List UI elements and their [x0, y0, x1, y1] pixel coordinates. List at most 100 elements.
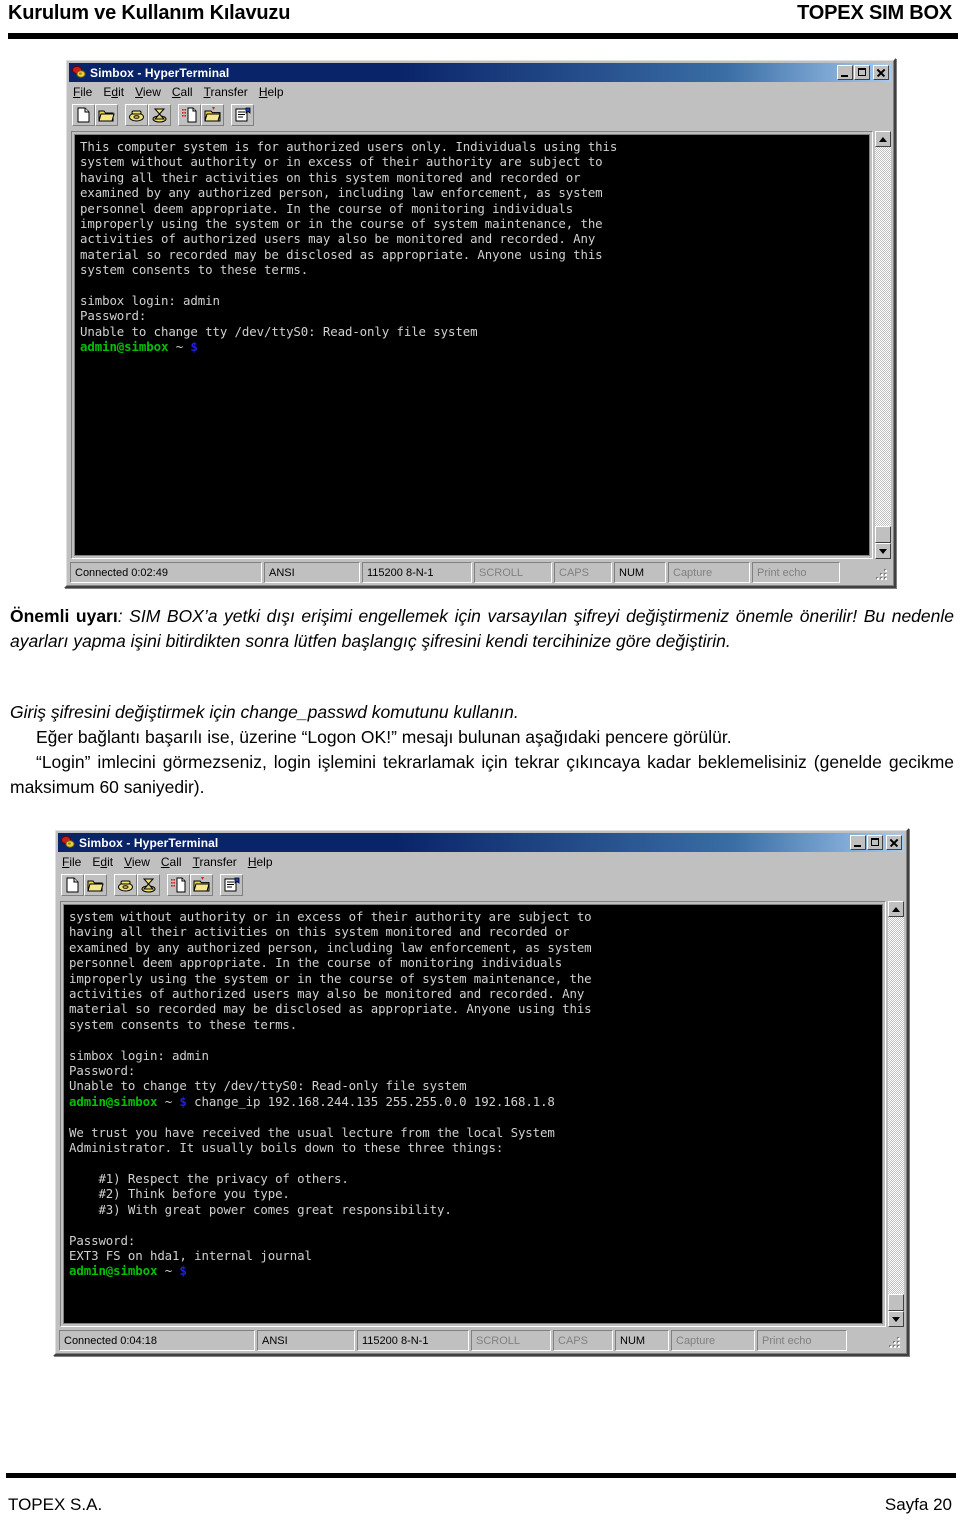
scroll-down-button[interactable] — [888, 1311, 904, 1327]
terminal-text-segment: ~ — [168, 339, 191, 355]
terminal-text-segment: personnel deem appropriate. In the cours… — [80, 200, 574, 216]
open-folder-icon[interactable] — [84, 874, 107, 896]
disconnect-phone-icon[interactable] — [137, 874, 160, 896]
document-footer: TOPEX S.A. Sayfa 20 — [8, 1495, 952, 1515]
receive-file-icon[interactable] — [190, 874, 213, 896]
close-button[interactable] — [873, 65, 889, 80]
properties-icon[interactable] — [220, 874, 243, 896]
window-1-titlebar[interactable]: Simbox - HyperTerminal — [69, 63, 891, 82]
menu-item-view[interactable]: View — [124, 855, 150, 869]
window-1-title-buttons — [837, 65, 889, 80]
terminal-text-segment: $ — [190, 339, 198, 355]
terminal-text-segment: #2) Think before you type. — [69, 1186, 290, 1202]
menu-item-file[interactable]: File — [73, 85, 92, 99]
minimize-button[interactable] — [837, 65, 853, 80]
disconnect-phone-icon[interactable] — [148, 104, 171, 126]
document-header: Kurulum ve Kullanım Kılavuzu TOPEX SIM B… — [8, 2, 952, 36]
status-num: NUM — [615, 1330, 669, 1351]
resize-grip[interactable] — [876, 569, 890, 583]
window-2-terminal-area: system without authority or in excess of… — [60, 901, 904, 1327]
scroll-thumb[interactable] — [888, 1294, 904, 1311]
send-file-icon[interactable] — [167, 874, 190, 896]
maximize-button[interactable] — [867, 835, 883, 850]
status-connected: Connected 0:02:49 — [70, 562, 262, 583]
window-1-vertical-scrollbar[interactable] — [875, 131, 891, 559]
scroll-thumb[interactable] — [875, 526, 891, 543]
window-2-vertical-scrollbar[interactable] — [888, 901, 904, 1327]
terminal-text-segment: activities of authorized users may also … — [80, 231, 596, 247]
window-1-statusbar: Connected 0:02:49 ANSI 115200 8-N-1 SCRO… — [70, 562, 890, 583]
close-button[interactable] — [886, 835, 902, 850]
scroll-down-button[interactable] — [875, 543, 891, 559]
status-print-echo: Print echo — [757, 1330, 847, 1351]
window-1-menubar[interactable]: File Edit View Call Transfer Help — [67, 83, 893, 101]
menu-item-help[interactable]: Help — [259, 85, 284, 99]
hyperterminal-window-1[interactable]: Simbox - HyperTerminal File Edit View Ca… — [64, 58, 896, 588]
menu-item-view[interactable]: View — [135, 85, 161, 99]
menu-item-edit[interactable]: Edit — [103, 85, 124, 99]
call-phone-icon[interactable] — [114, 874, 137, 896]
warning-paragraph-block: Önemli uyarı: SIM BOX’a yetki dışı erişi… — [10, 604, 954, 654]
terminal-text-segment: material so recorded may be disclosed as… — [69, 1001, 592, 1017]
scroll-track[interactable] — [875, 147, 891, 543]
hyperterminal-window-2[interactable]: Simbox - HyperTerminal File Edit View Ca… — [53, 828, 909, 1356]
scroll-up-button[interactable] — [875, 131, 891, 147]
menu-item-call[interactable]: Call — [172, 85, 193, 99]
status-scroll: SCROLL — [474, 562, 552, 583]
window-2-menubar[interactable]: File Edit View Call Transfer Help — [56, 853, 906, 871]
paragraph-login-wait: “Login” imlecini görmezseniz, login işle… — [10, 752, 954, 797]
terminal-text-segment: EXT3 FS on hda1, internal journal — [69, 1247, 312, 1263]
menu-item-file[interactable]: File — [62, 855, 81, 869]
scroll-track[interactable] — [888, 917, 904, 1311]
warning-text: : SIM BOX’a yetki dışı erişimi engelleme… — [10, 606, 954, 651]
terminal-text-segment: system without authority or in excess of… — [69, 909, 592, 924]
terminal-text-segment: admin@simbox — [69, 1093, 158, 1109]
maximize-button[interactable] — [854, 65, 870, 80]
terminal-text-segment: $ — [179, 1093, 187, 1109]
send-file-icon[interactable] — [178, 104, 201, 126]
footer-rule — [6, 1473, 956, 1478]
properties-icon[interactable] — [231, 104, 254, 126]
window-2-titlebar[interactable]: Simbox - HyperTerminal — [58, 833, 904, 852]
status-line-settings: 115200 8-N-1 — [357, 1330, 469, 1351]
hyperterminal-app-icon — [71, 65, 87, 80]
call-phone-icon[interactable] — [125, 104, 148, 126]
receive-file-icon[interactable] — [201, 104, 224, 126]
window-2-toolbar[interactable] — [56, 871, 906, 899]
instruction-block: Giriş şifresini değiştirmek için change_… — [10, 700, 954, 800]
header-rule — [8, 33, 958, 39]
minimize-button[interactable] — [850, 835, 866, 850]
window-1-toolbar[interactable] — [67, 101, 893, 129]
terminal-text-segment: admin@simbox — [69, 1263, 158, 1279]
status-caps: CAPS — [554, 562, 612, 583]
menu-item-help[interactable]: Help — [248, 855, 273, 869]
terminal-text-segment: admin@simbox — [80, 339, 169, 355]
terminal-text-segment: simbox login: admin — [80, 293, 220, 309]
menu-item-edit[interactable]: Edit — [92, 855, 113, 869]
menu-item-transfer[interactable]: Transfer — [204, 85, 248, 99]
status-capture: Capture — [671, 1330, 755, 1351]
terminal-text-segment: ~ — [157, 1263, 180, 1279]
terminal-text-segment: change_ip 192.168.244.135 255.255.0.0 19… — [186, 1093, 555, 1109]
terminal-text-segment: activities of authorized users may also … — [69, 986, 585, 1002]
scroll-up-button[interactable] — [888, 901, 904, 917]
status-caps: CAPS — [553, 1330, 613, 1351]
status-capture: Capture — [668, 562, 750, 583]
terminal-text-segment: having all their activities on this syst… — [80, 169, 581, 185]
terminal-text-segment: #3) With great power comes great respons… — [69, 1201, 452, 1217]
open-folder-icon[interactable] — [95, 104, 118, 126]
menu-item-call[interactable]: Call — [161, 855, 182, 869]
terminal-text-segment: $ — [179, 1263, 187, 1279]
terminal-screen-2[interactable]: system without authority or in excess of… — [64, 905, 882, 1281]
terminal-screen-1[interactable]: This computer system is for authorized u… — [75, 135, 869, 357]
terminal-text-segment: personnel deem appropriate. In the cours… — [69, 955, 563, 971]
hyperterminal-app-icon — [60, 835, 76, 850]
menu-item-transfer[interactable]: Transfer — [193, 855, 237, 869]
window-1-title: Simbox - HyperTerminal — [90, 65, 230, 80]
resize-grip[interactable] — [889, 1337, 903, 1351]
document-page: Kurulum ve Kullanım Kılavuzu TOPEX SIM B… — [0, 0, 960, 1527]
new-connection-icon[interactable] — [61, 874, 84, 896]
new-connection-icon[interactable] — [72, 104, 95, 126]
status-encoding: ANSI — [264, 562, 360, 583]
terminal-text-segment: ~ — [157, 1093, 180, 1109]
